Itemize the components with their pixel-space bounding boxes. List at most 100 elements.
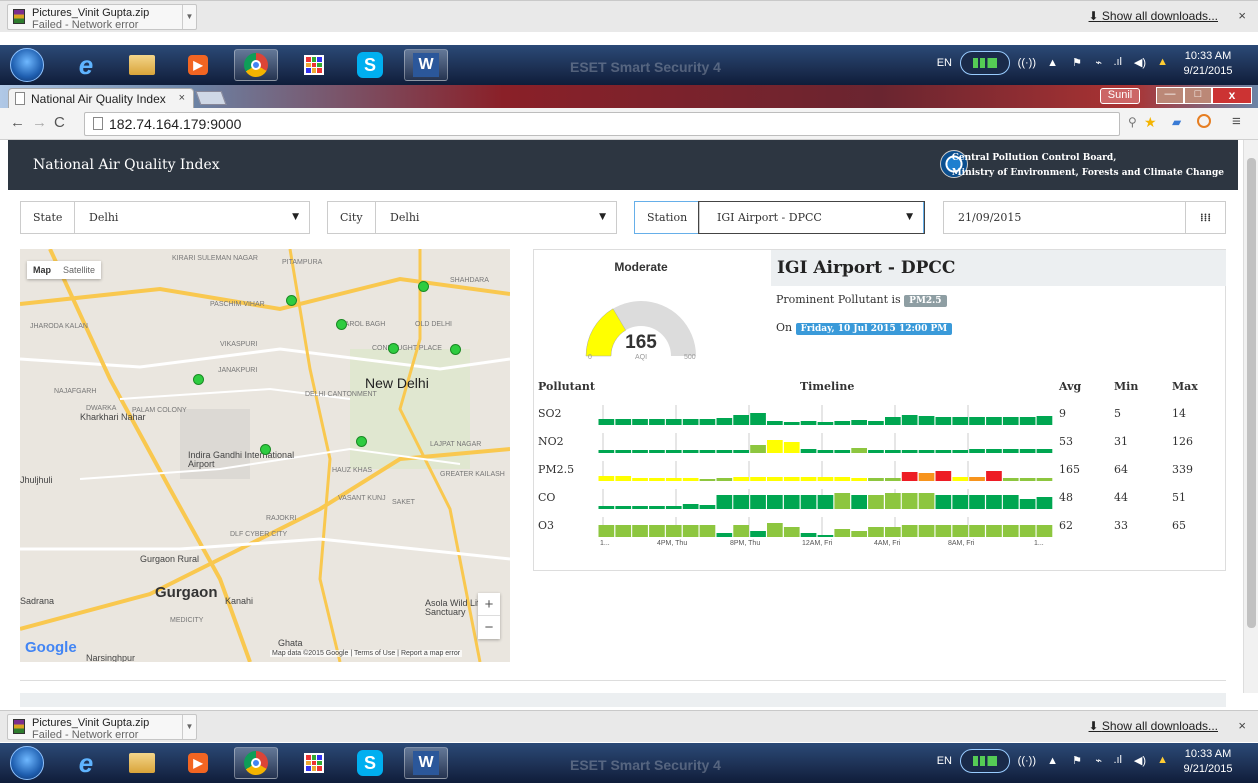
timeline-bar[interactable] (986, 471, 1002, 481)
timeline-bar[interactable] (598, 506, 615, 509)
volume-icon[interactable]: ◀) (1134, 754, 1146, 767)
timeline-bar[interactable] (918, 493, 935, 509)
extension-icon[interactable]: ▰ (1172, 115, 1181, 129)
chrome-icon[interactable] (234, 49, 278, 81)
timeline-bar[interactable] (935, 525, 952, 537)
timeline-bar[interactable] (665, 450, 682, 453)
timeline-bar[interactable] (716, 418, 733, 425)
timeline-bar[interactable] (649, 478, 665, 481)
scrollbar-thumb[interactable] (1247, 158, 1256, 628)
timeline-bar[interactable] (750, 477, 766, 481)
timeline-bar[interactable] (733, 477, 749, 481)
timeline-bar[interactable] (783, 442, 800, 453)
zoom-out-button[interactable]: − (478, 616, 500, 639)
timeline-bar[interactable] (851, 420, 867, 425)
timeline-bar[interactable] (733, 495, 749, 509)
timeline-bar[interactable] (851, 495, 867, 509)
timeline-bar[interactable] (935, 471, 952, 481)
start-button[interactable] (10, 48, 44, 82)
timeline-bar[interactable] (1036, 449, 1053, 453)
timeline-bar[interactable] (682, 450, 699, 453)
timeline-bar[interactable] (918, 473, 935, 481)
station-marker[interactable] (388, 343, 399, 354)
timeline-bar[interactable] (665, 525, 682, 537)
timeline-bar[interactable] (868, 450, 884, 453)
timeline-bar[interactable] (918, 416, 935, 425)
ie-icon[interactable]: e (64, 747, 108, 779)
new-tab-button[interactable] (195, 91, 227, 105)
timeline-bar[interactable] (868, 527, 884, 537)
ie-icon[interactable]: e (64, 49, 108, 81)
user-profile-button[interactable]: Sunil (1100, 88, 1140, 104)
explorer-icon[interactable] (120, 747, 164, 779)
maximize-button[interactable]: □ (1184, 87, 1212, 104)
apps-icon[interactable] (292, 49, 336, 81)
timeline-bar[interactable] (901, 415, 918, 425)
timeline-bar[interactable] (868, 421, 884, 425)
timeline-bar[interactable] (598, 450, 615, 453)
timeline-bar[interactable] (632, 419, 648, 425)
timeline-bar[interactable] (885, 493, 901, 509)
timeline-bar[interactable] (952, 417, 969, 425)
timeline-bar[interactable] (901, 450, 918, 453)
timeline-bar[interactable] (986, 495, 1002, 509)
tab-national-aqi[interactable]: National Air Quality Index × (8, 88, 194, 108)
terms-link[interactable]: Terms of Use (354, 650, 395, 657)
chrome-icon[interactable] (234, 747, 278, 779)
menu-icon[interactable]: ≡ (1232, 113, 1241, 130)
timeline-bar[interactable] (767, 440, 783, 453)
skype-icon[interactable]: S (348, 747, 392, 779)
download-item[interactable]: Pictures_Vinit Gupta.zip Failed - Networ… (7, 4, 197, 31)
timeline-bar[interactable] (952, 450, 969, 453)
report-link[interactable]: Report a map error (401, 650, 460, 657)
timeline-bar[interactable] (598, 525, 615, 537)
timeline-bar[interactable] (682, 478, 699, 481)
timeline-bar[interactable] (834, 529, 851, 537)
timeline-bar[interactable] (1036, 416, 1053, 425)
date-picker[interactable]: 21/09/2015 ⁞⁞⁞ (943, 201, 1226, 234)
timeline-bar[interactable] (868, 495, 884, 509)
timeline-bar[interactable] (783, 527, 800, 537)
timeline-bar[interactable] (800, 421, 817, 425)
download-menu-button[interactable]: ▼ (182, 715, 196, 739)
timeline-bar[interactable] (750, 531, 766, 537)
city-select[interactable]: City Delhi ▼ (327, 201, 617, 234)
timeline-bar[interactable] (952, 525, 969, 537)
drive-icon[interactable]: ▲ (1157, 754, 1168, 766)
timeline-bar[interactable] (716, 450, 733, 453)
timeline-bar[interactable] (800, 449, 817, 453)
timeline-bar[interactable] (817, 535, 834, 537)
word-icon[interactable]: W (404, 747, 448, 779)
media-icon[interactable]: ▶ (176, 747, 220, 779)
timeline-bar[interactable] (901, 525, 918, 537)
timeline-bar[interactable] (598, 476, 615, 481)
timeline-bar[interactable] (615, 419, 632, 425)
timeline-bar[interactable] (1002, 417, 1019, 425)
timeline-bar[interactable] (750, 495, 766, 509)
timeline-bar[interactable] (834, 450, 851, 453)
timeline-bar[interactable] (649, 525, 665, 537)
start-button[interactable] (10, 746, 44, 780)
timeline-bar[interactable] (1019, 449, 1036, 453)
timeline-bar[interactable] (783, 422, 800, 425)
timeline-bar[interactable] (716, 533, 733, 537)
timeline-bar[interactable] (632, 450, 648, 453)
timeline-bar[interactable] (1002, 449, 1019, 453)
map-tab[interactable]: Map (27, 261, 57, 279)
zoom-in-button[interactable]: + (478, 593, 500, 616)
timeline-bar[interactable] (969, 417, 985, 425)
timeline-bar[interactable] (1019, 525, 1036, 537)
timeline-bar[interactable] (800, 477, 817, 481)
timeline-bar[interactable] (969, 525, 985, 537)
timeline-bar[interactable] (969, 449, 985, 453)
timeline-bar[interactable] (952, 477, 969, 481)
timeline-bar[interactable] (800, 495, 817, 509)
timeline-bar[interactable] (632, 478, 648, 481)
wireless-icon[interactable]: ((·)) (1018, 57, 1036, 69)
timeline-bar[interactable] (632, 506, 648, 509)
timeline-bar[interactable] (1019, 478, 1036, 481)
timeline-bar[interactable] (901, 493, 918, 509)
timeline-bar[interactable] (986, 525, 1002, 537)
network-signal-icon[interactable] (960, 749, 1010, 773)
timeline-bar[interactable] (986, 449, 1002, 453)
